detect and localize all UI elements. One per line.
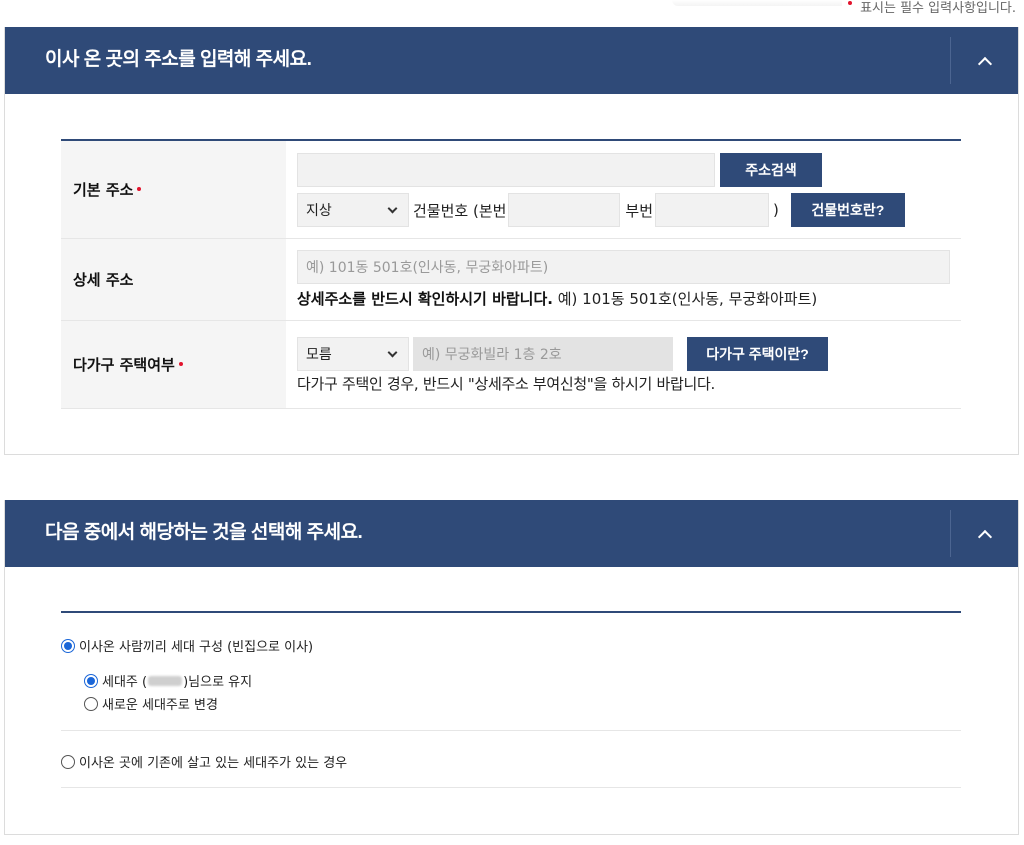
multi-house-label: 다가구 주택여부 — [61, 321, 286, 408]
required-dot-icon — [178, 361, 183, 366]
option-divider — [61, 787, 961, 788]
multi-house-info-button[interactable]: 다가구 주택이란? — [687, 337, 828, 371]
section-divider — [61, 611, 961, 613]
address-search-button[interactable]: 주소검색 — [720, 153, 822, 187]
detail-address-row: 상세 주소 예) 101동 501호(인사동, 무궁화아파트) 상세주소를 반드… — [61, 239, 961, 321]
sub-no-label: 부번 — [625, 201, 654, 220]
collapse-toggle[interactable] — [950, 510, 1018, 557]
option-empty-house[interactable]: 이사온 사람끼리 세대 구성 (빈집으로 이사) — [61, 636, 313, 655]
chevron-up-icon — [977, 56, 992, 71]
building-main-no-input[interactable] — [508, 193, 621, 227]
required-dot-icon — [848, 1, 853, 5]
radio-checked-icon[interactable] — [84, 673, 98, 688]
top-shadow — [672, 0, 842, 6]
required-dot-icon — [137, 186, 142, 191]
close-paren: ) — [773, 201, 779, 219]
collapse-toggle[interactable] — [950, 37, 1018, 84]
basic-address-label: 기본 주소 — [61, 141, 286, 238]
option-existing-householder[interactable]: 이사온 곳에 기존에 살고 있는 세대주가 있는 경우 — [61, 752, 347, 771]
chevron-up-icon — [977, 529, 992, 544]
building-no-info-button[interactable]: 건물번호란? — [790, 193, 905, 227]
detail-address-note: 상세주소를 반드시 확인하시기 바랍니다. 예) 101동 501호(인사동, … — [297, 290, 818, 308]
basic-address-row: 기본 주소 주소검색 지상 건물번호 (본번 부번 ) 건물번호란? — [61, 141, 961, 239]
address-form-table: 기본 주소 주소검색 지상 건물번호 (본번 부번 ) 건물번호란? 상세 주소… — [61, 139, 961, 409]
chevron-down-icon — [387, 347, 398, 357]
option-keep-householder[interactable]: 세대주 ()님으로 유지 — [84, 671, 252, 690]
address-panel: 이사 온 곳의 주소를 입력해 주세요. 기본 주소 주소검색 지상 건물번호 … — [4, 27, 1019, 455]
household-panel: 다음 중에서 해당하는 것을 선택해 주세요. 이사온 사람끼리 세대 구성 (… — [4, 500, 1019, 835]
building-no-label: 건물번호 (본번 — [413, 201, 507, 220]
basic-address-input[interactable] — [297, 153, 715, 187]
household-panel-header: 다음 중에서 해당하는 것을 선택해 주세요. — [5, 500, 1018, 567]
radio-icon[interactable] — [84, 696, 98, 711]
multi-house-select[interactable]: 모름 — [297, 337, 409, 371]
radio-icon[interactable] — [61, 754, 75, 769]
blurred-name — [148, 675, 183, 686]
multi-house-row: 다가구 주택여부 모름 예) 무궁화빌라 1층 2호 다가구 주택이란? 다가구… — [61, 321, 961, 409]
address-panel-title: 이사 온 곳의 주소를 입력해 주세요. — [45, 49, 312, 70]
detail-address-label: 상세 주소 — [61, 239, 286, 320]
multi-house-detail-input[interactable]: 예) 무궁화빌라 1층 2호 — [413, 337, 673, 371]
option-divider — [61, 730, 961, 731]
ground-select[interactable]: 지상 — [297, 193, 409, 227]
option-new-householder[interactable]: 새로운 세대주로 변경 — [84, 694, 218, 713]
radio-checked-icon[interactable] — [61, 638, 75, 653]
chevron-down-icon — [387, 203, 398, 213]
detail-address-input[interactable]: 예) 101동 501호(인사동, 무궁화아파트) — [297, 250, 950, 284]
required-note: 표시는 필수 입력사항입니다. — [848, 0, 1016, 22]
household-panel-title: 다음 중에서 해당하는 것을 선택해 주세요. — [45, 522, 363, 543]
address-panel-header: 이사 온 곳의 주소를 입력해 주세요. — [5, 27, 1018, 94]
multi-house-note: 다가구 주택인 경우, 반드시 "상세주소 부여신청"을 하시기 바랍니다. — [297, 375, 715, 393]
building-sub-no-input[interactable] — [655, 193, 770, 227]
